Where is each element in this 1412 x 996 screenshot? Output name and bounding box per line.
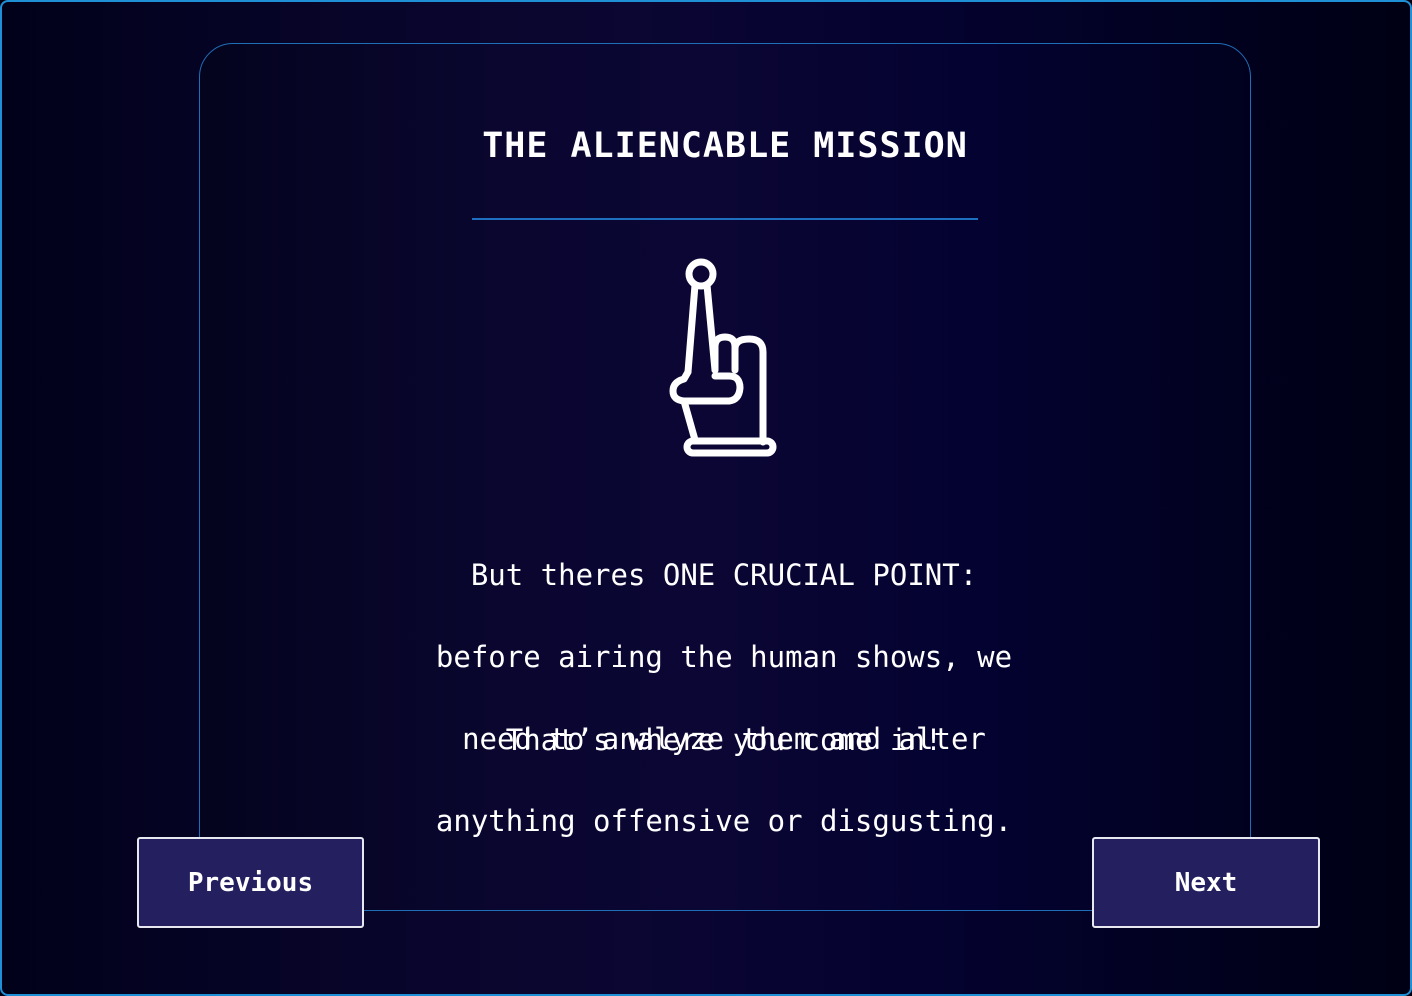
closing-line: That’s where you come in! xyxy=(505,723,943,757)
dialog-title: THE ALIENCABLE MISSION xyxy=(482,126,968,166)
raised-index-finger-hand-icon xyxy=(669,258,777,457)
previous-button[interactable]: Previous xyxy=(137,837,364,928)
description-line: But theres ONE CRUCIAL POINT: xyxy=(470,558,978,592)
next-button[interactable]: Next xyxy=(1092,837,1320,928)
title-divider xyxy=(472,218,978,220)
game-screen: THE ALIENCABLE MISSION But theres ONE CR… xyxy=(0,0,1412,996)
description-line: anything offensive or disgusting. xyxy=(435,804,1013,838)
description-line: before airing the human shows, we xyxy=(435,640,1013,674)
mission-description: But theres ONE CRUCIAL POINT: before air… xyxy=(374,514,1074,883)
